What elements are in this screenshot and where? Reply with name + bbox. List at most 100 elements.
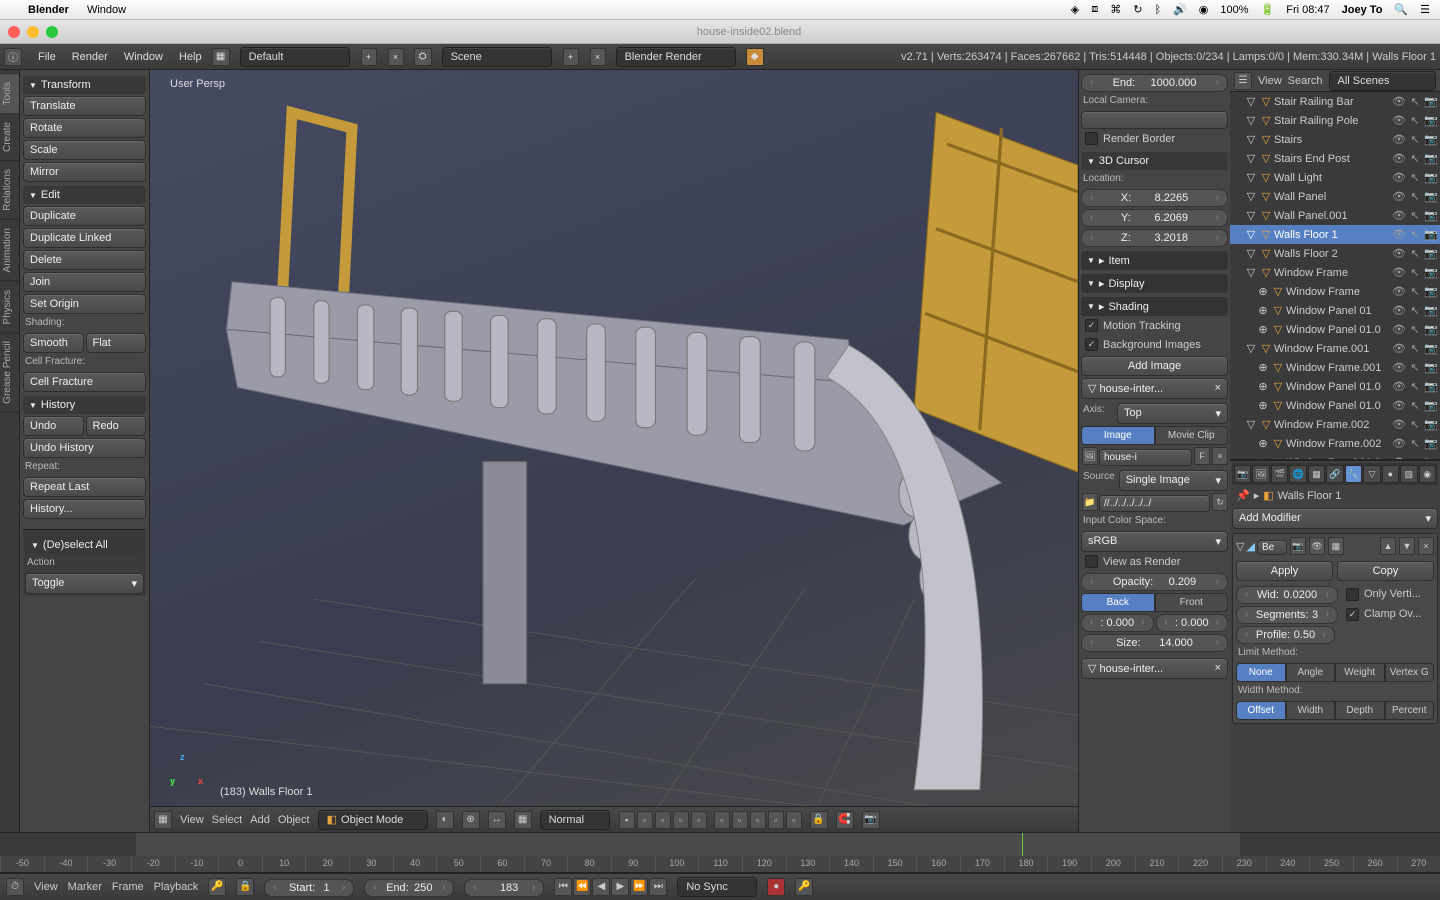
tab-renderlayers-icon[interactable]: 🖼 — [1252, 465, 1269, 483]
remove-scene-button[interactable]: × — [590, 48, 606, 66]
panel-transform[interactable]: Transform — [23, 76, 146, 94]
dropbox-icon[interactable]: ⧈ — [1091, 3, 1098, 16]
tab-scene-icon[interactable]: 🎬 — [1271, 465, 1288, 483]
menu-render[interactable]: Render — [72, 51, 108, 63]
opacity-field[interactable]: Opacity:0.209 — [1081, 573, 1228, 591]
undo-history-button[interactable]: Undo History — [23, 438, 146, 458]
delete-button[interactable]: Delete — [23, 250, 146, 270]
pin-icon[interactable]: 📌 — [1236, 489, 1250, 502]
cursor-x[interactable]: X:8.2265 — [1081, 189, 1228, 207]
outliner-item[interactable]: ⊕▽ Window Frame.002 👁↖📷 — [1230, 434, 1440, 453]
outliner-item[interactable]: ▽▽ Wall Panel.001 👁↖📷 — [1230, 206, 1440, 225]
panel-deselect-all[interactable]: (De)select All — [25, 536, 144, 554]
bg-image-entry[interactable]: ▽ house-inter...× — [1081, 378, 1228, 399]
outliner-item[interactable]: ▽▽ Wall Panel 👁↖📷 — [1230, 187, 1440, 206]
flat-button[interactable]: Flat — [86, 333, 147, 353]
menu-file[interactable]: File — [38, 51, 56, 63]
editor-type-icon[interactable]: ⓘ — [4, 48, 22, 66]
menu-icon[interactable]: ☰ — [1420, 3, 1430, 16]
wifi-icon[interactable]: ◉ — [1199, 3, 1209, 16]
tl-view[interactable]: View — [34, 881, 58, 893]
modifier-name-field[interactable]: Be — [1257, 540, 1287, 555]
only-vertices-check[interactable]: Only Verti... — [1342, 584, 1434, 604]
shield-icon[interactable]: ◈ — [1071, 3, 1079, 16]
add-layout-button[interactable]: + — [361, 48, 377, 66]
outliner-item[interactable]: ▽▽ Stair Railing Bar 👁↖📷 — [1230, 92, 1440, 111]
bg-images-check[interactable]: ✓Background Images — [1081, 335, 1228, 354]
bg-image-entry-2[interactable]: ▽ house-inter...× — [1081, 658, 1228, 679]
profile-field[interactable]: Profile:0.50 — [1236, 626, 1335, 644]
image-name-field[interactable]: house-i — [1099, 449, 1192, 466]
file-browse-icon[interactable]: 📁 — [1082, 493, 1098, 511]
bluetooth-icon[interactable]: ᛒ — [1154, 4, 1161, 16]
outliner[interactable]: ▽▽ Stair Railing Bar 👁↖📷 ▽▽ Stair Railin… — [1230, 92, 1440, 460]
limit-method-toggle[interactable]: NoneAngle WeightVertex G — [1236, 663, 1434, 682]
outliner-item[interactable]: ▽▽ Window Frame.002 👁↖📷 — [1230, 415, 1440, 434]
menu-help[interactable]: Help — [179, 51, 202, 63]
cursor-z[interactable]: Z:3.2018 — [1081, 229, 1228, 247]
cell-fracture-button[interactable]: Cell Fracture — [23, 372, 146, 392]
clock[interactable]: Fri 08:47 — [1286, 4, 1329, 16]
tab-texture-icon[interactable]: ▨ — [1400, 465, 1417, 483]
timeline-track[interactable]: -50-40-30-20-100102030405060708090100110… — [0, 833, 1440, 873]
outliner-item[interactable]: ▽▽ Stair Railing Pole 👁↖📷 — [1230, 111, 1440, 130]
autokey-icon[interactable]: 🔑 — [208, 878, 226, 896]
axis-selector[interactable]: Top▾ — [1117, 403, 1228, 424]
outliner-item[interactable]: ⊕▽ Window Panel 01.0 👁↖📷 — [1230, 320, 1440, 339]
tab-modifiers-icon[interactable]: 🔧 — [1345, 465, 1362, 483]
lock-icon[interactable]: 🔒 — [810, 811, 828, 829]
panel-3d-cursor[interactable]: 3D Cursor — [1081, 152, 1228, 170]
outliner-item[interactable]: ⊕▽ Window Panel 01.0 👁↖📷 — [1230, 377, 1440, 396]
outliner-item[interactable]: ⊕▽ Window Frame 👁↖📷 — [1230, 282, 1440, 301]
outliner-search[interactable]: Search — [1288, 75, 1323, 87]
scene-icon[interactable]: ⛭ — [414, 48, 432, 66]
outliner-item[interactable]: ▽▽ Stairs 👁↖📷 — [1230, 130, 1440, 149]
record-icon[interactable]: ● — [767, 878, 785, 896]
end-frame-field[interactable]: End:250 — [364, 879, 454, 897]
mod-movedown-icon[interactable]: ▼ — [1399, 537, 1415, 555]
action-dropdown[interactable]: Toggle▾ — [25, 573, 144, 594]
outliner-item[interactable]: ⊕▽ Window Panel 01.0 👁↖📷 — [1230, 396, 1440, 415]
mode-selector[interactable]: ◧Object Mode — [318, 810, 428, 830]
battery-icon[interactable]: 🔋 — [1261, 3, 1275, 16]
tab-tools[interactable]: Tools — [0, 74, 19, 114]
duplicate-linked-button[interactable]: Duplicate Linked — [23, 228, 146, 248]
close-window-button[interactable] — [8, 26, 20, 38]
tab-data-icon[interactable]: ▽ — [1363, 465, 1380, 483]
mod-render-icon[interactable]: 📷 — [1290, 537, 1306, 555]
source-selector[interactable]: Single Image▾ — [1119, 470, 1228, 491]
outliner-view[interactable]: View — [1258, 75, 1282, 87]
smooth-button[interactable]: Smooth — [23, 333, 84, 353]
tab-object-icon[interactable]: ▦ — [1308, 465, 1325, 483]
menu-window[interactable]: Window — [124, 51, 163, 63]
tab-grease-pencil[interactable]: Grease Pencil — [0, 333, 19, 413]
outliner-item[interactable]: ⊕▽ Window Panel 01.0 👁↖📷 — [1230, 453, 1440, 460]
set-origin-button[interactable]: Set Origin — [23, 294, 146, 314]
repeat-last-button[interactable]: Repeat Last — [23, 477, 146, 497]
outliner-item[interactable]: ▽▽ Stairs End Post 👁↖📷 — [1230, 149, 1440, 168]
mac-menu-window[interactable]: Window — [87, 4, 126, 16]
sync-selector[interactable]: No Sync — [677, 877, 757, 897]
tab-world-icon[interactable]: 🌐 — [1289, 465, 1306, 483]
outliner-item[interactable]: ⊕▽ Window Panel 01 👁↖📷 — [1230, 301, 1440, 320]
panel-edit[interactable]: Edit — [23, 186, 146, 204]
outliner-item[interactable]: ⊕▽ Window Frame.001 👁↖📷 — [1230, 358, 1440, 377]
outliner-editor-icon[interactable]: ☰ — [1234, 72, 1252, 90]
outliner-mode[interactable]: All Scenes — [1329, 71, 1436, 91]
minimize-window-button[interactable] — [27, 26, 39, 38]
timemachine-icon[interactable]: ↻ — [1133, 3, 1142, 16]
screen-icon[interactable]: ▦ — [212, 48, 230, 66]
motion-tracking-check[interactable]: ✓Motion Tracking — [1081, 316, 1228, 335]
offset-y-field[interactable]: :0.000 — [1156, 614, 1229, 632]
clamp-overlap-check[interactable]: ✓Clamp Ov... — [1342, 604, 1434, 624]
3d-viewport[interactable]: User Persp — [150, 70, 1078, 832]
local-camera-field[interactable] — [1081, 111, 1228, 129]
editor-type-3dview-icon[interactable]: ▦ — [154, 811, 172, 829]
tl-frame[interactable]: Frame — [112, 881, 144, 893]
render-engine-selector[interactable]: Blender Render — [616, 47, 736, 67]
source-toggle[interactable]: ImageMovie Clip — [1081, 426, 1228, 445]
sync-icon[interactable]: ⌘ — [1110, 3, 1121, 16]
viewport-shading-icon[interactable]: ◐ — [436, 811, 454, 829]
cursor-y[interactable]: Y:6.2069 — [1081, 209, 1228, 227]
tl-playback[interactable]: Playback — [154, 881, 199, 893]
